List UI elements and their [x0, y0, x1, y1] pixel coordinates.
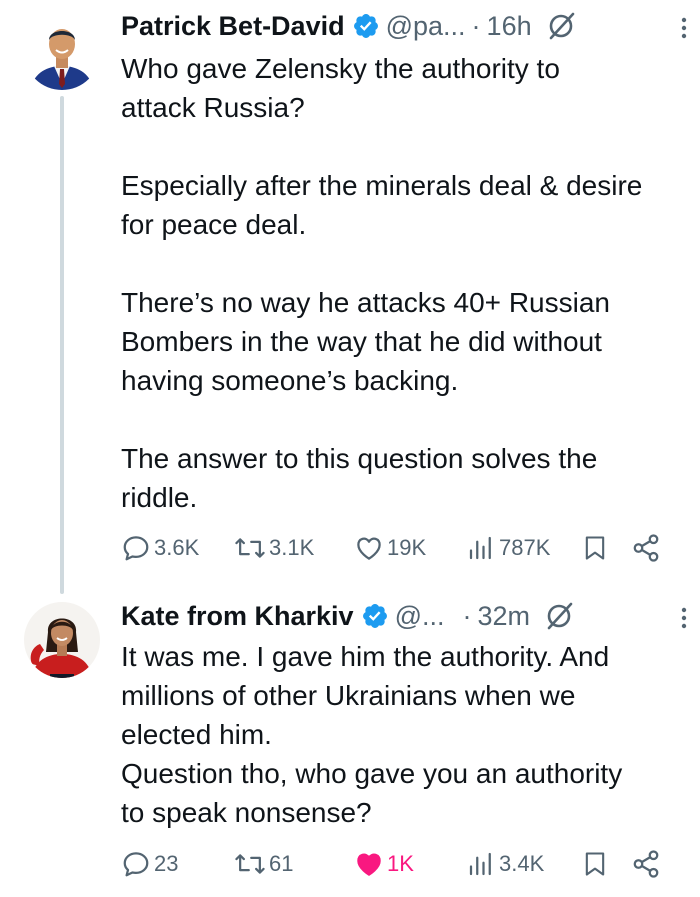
repost-count: 3.1K	[269, 535, 315, 560]
like-icon	[357, 537, 381, 560]
thread-connector-line	[60, 96, 64, 594]
avatar-patrick[interactable]	[24, 14, 100, 90]
like-filled-icon	[357, 853, 381, 876]
grok-icon[interactable]	[544, 601, 574, 631]
tweet-reply[interactable]: Kate from Kharkiv @... · 32m It was me. …	[0, 592, 700, 897]
more-icon[interactable]	[680, 16, 688, 40]
views-button[interactable]: 3.4K	[466, 846, 544, 882]
repost-count: 61	[269, 851, 294, 876]
user-handle[interactable]: @pa...	[386, 6, 466, 46]
reply-icon	[123, 852, 149, 877]
timestamp[interactable]: 32m	[478, 596, 531, 636]
tweet-header: Kate from Kharkiv @... · 32m	[121, 596, 687, 636]
views-icon	[469, 852, 491, 876]
like-button[interactable]: 1K	[354, 846, 414, 882]
share-button[interactable]	[631, 530, 661, 566]
avatar-image	[24, 602, 100, 678]
bookmark-icon	[585, 536, 605, 560]
share-icon	[633, 534, 659, 562]
like-count: 1K	[387, 851, 414, 876]
verified-badge-icon	[353, 14, 378, 38]
action-bar: 3.6K 3.1K 19K 787K	[121, 530, 672, 566]
share-icon	[633, 850, 659, 878]
more-icon[interactable]	[680, 606, 688, 630]
bookmark-icon	[585, 852, 605, 876]
timestamp[interactable]: 16h	[487, 6, 532, 46]
repost-button[interactable]: 3.1K	[234, 530, 314, 566]
like-count: 19K	[387, 535, 427, 560]
bookmark-button[interactable]	[581, 530, 609, 566]
avatar-kate[interactable]	[24, 602, 100, 678]
share-button[interactable]	[631, 846, 661, 882]
reply-icon	[123, 536, 149, 561]
avatar-image	[24, 14, 100, 90]
repost-icon	[235, 854, 265, 874]
separator-dot: ·	[471, 11, 481, 41]
reply-button[interactable]: 23	[121, 846, 178, 882]
separator-dot: ·	[462, 601, 472, 631]
grok-icon[interactable]	[546, 11, 576, 41]
display-name[interactable]: Kate from Kharkiv	[121, 596, 354, 636]
repost-icon	[235, 538, 265, 558]
user-handle[interactable]: @...	[395, 596, 445, 636]
bookmark-button[interactable]	[581, 846, 609, 882]
views-icon	[469, 536, 491, 560]
action-bar: 23 61 1K 3.4K	[121, 846, 672, 882]
verified-badge-icon	[362, 604, 387, 628]
repost-button[interactable]: 61	[234, 846, 293, 882]
reply-count: 3.6K	[154, 535, 200, 560]
tweet-parent[interactable]: Patrick Bet-David @pa... · 16h Who gave …	[0, 0, 700, 594]
tweet-text: Who gave Zelensky the authority to attac…	[121, 53, 643, 513]
tweet-text: It was me. I gave him the authority. And…	[121, 641, 623, 828]
views-button[interactable]: 787K	[466, 530, 550, 566]
tweet-header: Patrick Bet-David @pa... · 16h	[121, 6, 687, 46]
views-count: 3.4K	[499, 851, 545, 876]
views-count: 787K	[499, 535, 551, 560]
display-name[interactable]: Patrick Bet-David	[121, 6, 345, 46]
like-button[interactable]: 19K	[354, 530, 426, 566]
reply-count: 23	[154, 851, 179, 876]
reply-button[interactable]: 3.6K	[121, 530, 199, 566]
